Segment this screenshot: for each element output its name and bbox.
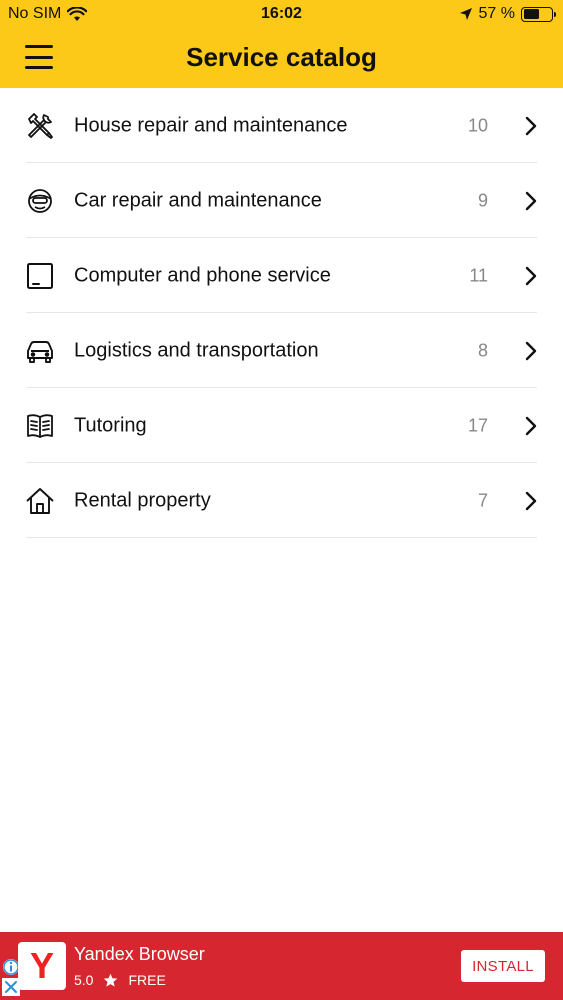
page-title: Service catalog xyxy=(186,42,377,72)
category-row-house-repair[interactable]: House repair and maintenance 10 xyxy=(0,88,563,163)
location-arrow-icon xyxy=(459,8,472,20)
battery-icon xyxy=(521,6,556,22)
ad-price: FREE xyxy=(128,972,166,988)
category-label: Computer and phone service xyxy=(74,264,331,286)
category-row-car-repair[interactable]: Car repair and maintenance 9 xyxy=(0,163,563,238)
category-count: 17 xyxy=(467,415,488,435)
logo-letter: Y xyxy=(29,945,54,986)
house-icon xyxy=(25,486,55,516)
chevron-right-icon xyxy=(523,115,539,137)
category-label: Car repair and maintenance xyxy=(74,189,322,211)
chevron-right-icon xyxy=(523,490,539,512)
category-count: 9 xyxy=(477,190,488,210)
status-bar: No SIM 16:02 57 % xyxy=(0,0,563,30)
category-label: Rental property xyxy=(74,489,211,511)
ad-rating: 5.0 xyxy=(74,972,94,988)
chevron-right-icon xyxy=(523,415,539,437)
chevron-right-icon xyxy=(523,340,539,362)
app-header: No SIM 16:02 57 % Service catalog xyxy=(0,0,563,88)
category-count: 10 xyxy=(467,115,488,135)
category-label: Logistics and transportation xyxy=(74,339,319,361)
chevron-right-icon xyxy=(523,265,539,287)
book-icon xyxy=(25,411,55,441)
category-row-computer-phone[interactable]: Computer and phone service 11 xyxy=(0,238,563,313)
category-row-rental[interactable]: Rental property 7 xyxy=(0,463,563,538)
tablet-icon xyxy=(25,261,55,291)
category-count: 11 xyxy=(469,265,488,285)
category-label: Tutoring xyxy=(74,414,147,436)
chevron-right-icon xyxy=(523,190,539,212)
category-count: 7 xyxy=(477,490,488,510)
ad-title[interactable]: Yandex Browser xyxy=(74,944,205,965)
tools-icon xyxy=(25,111,55,141)
category-count: 8 xyxy=(477,340,488,360)
category-list: House repair and maintenance 10 Car repa… xyxy=(0,88,563,538)
battery-percent: 57 % xyxy=(478,5,515,22)
yandex-logo-icon[interactable]: Y xyxy=(18,942,66,990)
category-row-logistics[interactable]: Logistics and transportation 8 xyxy=(0,313,563,388)
mechanic-icon xyxy=(25,186,55,216)
ad-meta: 5.0 FREE xyxy=(74,972,166,988)
star-icon xyxy=(104,973,118,987)
install-button[interactable]: INSTALL xyxy=(461,950,545,982)
car-icon xyxy=(25,336,55,366)
category-label: House repair and maintenance xyxy=(74,114,348,136)
category-row-tutoring[interactable]: Tutoring 17 xyxy=(0,388,563,463)
